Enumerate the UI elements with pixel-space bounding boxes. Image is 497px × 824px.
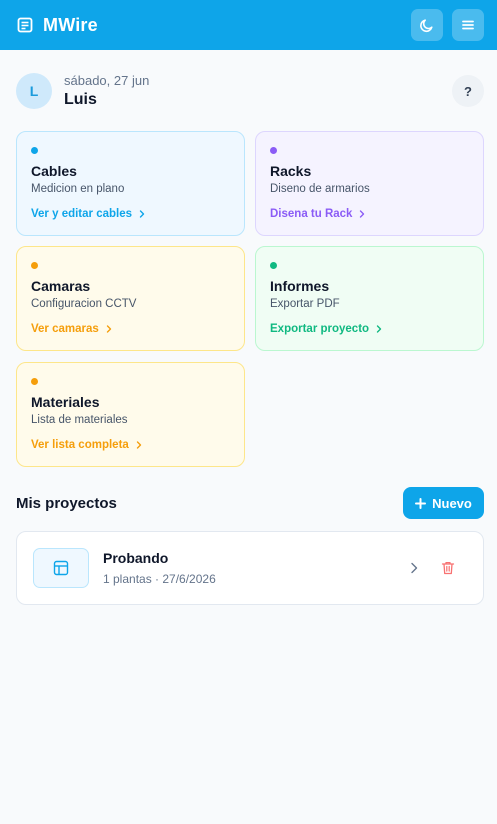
- card-subtitle: Configuracion CCTV: [31, 298, 137, 310]
- card-link-label: Ver lista completa: [31, 439, 129, 451]
- card-title: Informes: [270, 278, 330, 294]
- card-link-label: Ver y editar cables: [31, 208, 133, 220]
- card-link-cables[interactable]: Ver y editar cables: [31, 208, 230, 220]
- greeting-section: L sábado, 27 jun Luis ?: [16, 70, 484, 112]
- projects-heading: Mis proyectos: [16, 494, 117, 512]
- chevron-right-icon: [106, 325, 111, 333]
- card-link-informes[interactable]: Exportar proyecto: [270, 323, 469, 335]
- trash-icon[interactable]: [441, 561, 455, 575]
- card-title: Racks: [270, 163, 312, 179]
- card-cables[interactable]: Cables Medicion en plano Ver y editar ca…: [16, 131, 245, 236]
- card-informes[interactable]: Informes Exportar PDF Exportar proyecto: [255, 246, 484, 351]
- card-camaras[interactable]: Camaras Configuracion CCTV Ver camaras: [16, 246, 245, 351]
- status-dot: [270, 262, 277, 269]
- card-materiales[interactable]: Materiales Lista de materiales Ver lista…: [16, 362, 245, 467]
- theme-toggle-button[interactable]: [411, 9, 443, 41]
- menu-button[interactable]: [452, 9, 484, 41]
- current-date: sábado, 27 jun: [64, 73, 150, 88]
- project-meta: 1 plantas · 27/6/2026: [103, 572, 216, 586]
- card-link-racks[interactable]: Disena tu Rack: [270, 208, 469, 220]
- chevron-right-icon: [360, 210, 365, 218]
- user-name: Luis: [64, 91, 97, 108]
- project-thumbnail: [33, 548, 89, 588]
- project-name: Probando: [103, 550, 169, 566]
- hamburger-menu-icon: [462, 20, 474, 30]
- status-dot: [31, 262, 38, 269]
- brand: MWire: [17, 15, 98, 36]
- status-dot: [270, 147, 277, 154]
- card-title: Materiales: [31, 394, 100, 410]
- app-title: MWire: [43, 14, 98, 35]
- card-title: Cables: [31, 163, 77, 179]
- card-racks[interactable]: Racks Diseno de armarios Disena tu Rack: [255, 131, 484, 236]
- card-link-label: Disena tu Rack: [270, 208, 353, 220]
- project-item[interactable]: Probando 1 plantas · 27/6/2026: [16, 531, 484, 605]
- card-title: Camaras: [31, 278, 91, 294]
- document-icon: [17, 17, 33, 33]
- help-button[interactable]: ?: [452, 75, 484, 107]
- card-link-label: Ver camaras: [31, 323, 99, 335]
- card-link-label: Exportar proyecto: [270, 323, 370, 335]
- card-subtitle: Exportar PDF: [270, 298, 340, 310]
- moon-icon: [420, 19, 433, 33]
- chevron-right-icon: [376, 325, 382, 333]
- chevron-right-icon: [139, 210, 145, 218]
- card-subtitle: Diseno de armarios: [270, 183, 370, 195]
- layout-icon: [53, 560, 69, 576]
- new-project-button[interactable]: Nuevo: [403, 487, 484, 519]
- plus-icon: [415, 497, 427, 509]
- avatar[interactable]: L: [16, 73, 52, 109]
- new-project-label: Nuevo: [432, 495, 472, 511]
- card-link-materiales[interactable]: Ver lista completa: [31, 439, 230, 451]
- card-link-camaras[interactable]: Ver camaras: [31, 323, 230, 335]
- chevron-right-icon: [136, 441, 141, 449]
- projects-header: Mis proyectos Nuevo: [16, 487, 484, 519]
- card-subtitle: Lista de materiales: [31, 414, 128, 426]
- app-header: MWire: [0, 0, 497, 50]
- card-subtitle: Medicion en plano: [31, 183, 125, 195]
- status-dot: [31, 147, 38, 154]
- status-dot: [31, 378, 38, 385]
- chevron-right-icon[interactable]: [409, 562, 419, 574]
